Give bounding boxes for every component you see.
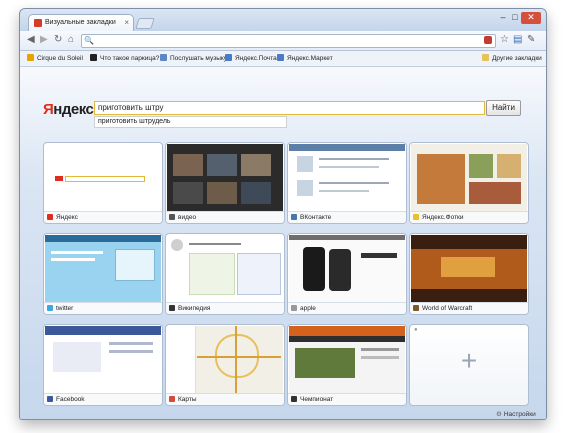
thumbnail-twitter [45, 235, 161, 303]
bookmark-tile[interactable]: Википедия [165, 233, 285, 315]
thumbnail-video [167, 144, 283, 212]
tile-label: Карты [178, 396, 197, 403]
thumbnail-yandex [45, 144, 161, 212]
navigation-toolbar: ◀ ▶ ↻ ⌂ 🔍 ☆ ▤ ✎ [20, 31, 546, 51]
settings-button[interactable]: ⚙ Настройки [496, 410, 536, 419]
title-bar: Визуальные закладки × – □ ✕ [20, 9, 546, 32]
other-bookmarks[interactable]: Другие закладки [482, 53, 542, 64]
bookmark-favicon-icon [160, 54, 167, 61]
add-bookmark-tile[interactable]: ● + [409, 324, 529, 406]
thumbnail-yandex-photos [411, 144, 527, 212]
address-bar[interactable]: 🔍 [81, 34, 496, 48]
bookmark-label: Что такое паркица? [100, 55, 160, 62]
thumbnail-championat [289, 326, 405, 394]
bookmark-tile[interactable]: Карты [165, 324, 285, 406]
eye-icon[interactable]: ● [414, 327, 418, 333]
tile-label: Facebook [56, 396, 85, 403]
search-input[interactable]: приготовить штру [94, 101, 485, 115]
bookmark-tile[interactable]: Яндекс [43, 142, 163, 224]
tile-label: twitter [56, 305, 74, 312]
bookmark-label: Cirque du Soleil [37, 55, 83, 62]
bookmark-favicon-icon [90, 54, 97, 61]
tab-visual-bookmarks[interactable]: Визуальные закладки × [28, 14, 134, 32]
settings-label: Настройки [503, 411, 536, 418]
close-window-button[interactable]: ✕ [521, 12, 541, 24]
reload-icon[interactable]: ↻ [54, 34, 62, 46]
thumbnail-maps [167, 326, 283, 394]
bookmark-item[interactable]: Яндекс.Маркет [277, 53, 333, 64]
tile-label: видео [178, 214, 197, 221]
thumbnail-wikipedia [167, 235, 283, 303]
bookmark-tile[interactable]: apple [287, 233, 407, 315]
minimize-button[interactable]: – [497, 12, 509, 24]
bookmark-item[interactable]: Яндекс.Почта [225, 53, 277, 64]
bookmark-item[interactable]: Послушать музыку [160, 53, 227, 64]
apple-icon [291, 305, 297, 311]
yandex-photos-icon [413, 214, 419, 220]
yandex-icon [47, 214, 53, 220]
tile-label: Чемпионат [300, 396, 334, 403]
bookmark-favicon-icon [27, 54, 34, 61]
yandex-favicon-icon [34, 19, 42, 27]
tab-title: Визуальные закладки [45, 19, 116, 26]
back-arrow-icon[interactable]: ◀ [27, 34, 35, 46]
vkontakte-icon [291, 214, 297, 220]
tile-label: Яндекс [56, 214, 78, 221]
bookmark-label: Послушать музыку [170, 55, 228, 62]
bookmark-label: Яндекс.Маркет [287, 55, 333, 62]
yandex-logo: Яндекс [43, 101, 94, 118]
forward-arrow-icon[interactable]: ▶ [40, 34, 48, 46]
plus-icon: + [460, 345, 478, 376]
bookmark-tile[interactable]: World of Warcraft [409, 233, 529, 315]
tile-label: Яндекс.Фотки [422, 214, 464, 221]
thumbnail-apple [289, 235, 405, 303]
tile-label: ВКонтакте [300, 214, 332, 221]
wikipedia-icon [169, 305, 175, 311]
bookmark-tile[interactable]: Facebook [43, 324, 163, 406]
tile-label: World of Warcraft [422, 305, 473, 312]
search-suggestion[interactable]: приготовить штрудель [94, 116, 287, 128]
bookmark-tile[interactable]: twitter [43, 233, 163, 315]
thumbnail-world-of-warcraft [411, 235, 527, 303]
star-icon[interactable]: ☆ [500, 34, 509, 46]
browser-window: Визуальные закладки × – □ ✕ ◀ ▶ ↻ ⌂ 🔍 ☆ … [19, 8, 547, 420]
other-bookmarks-label: Другие закладки [492, 55, 542, 62]
thumbnail-vkontakte [289, 144, 405, 212]
bookmark-favicon-icon [277, 54, 284, 61]
bookmark-tile[interactable]: ВКонтакте [287, 142, 407, 224]
maps-icon [169, 396, 175, 402]
championat-icon [291, 396, 297, 402]
page-menu-icon[interactable]: ▤ [513, 34, 522, 46]
bookmark-favicon-icon [225, 54, 232, 61]
search-icon: 🔍 [84, 36, 94, 45]
bookmarks-bar: Cirque du Soleil Что такое паркица? Посл… [20, 51, 546, 67]
bookmark-tile[interactable]: видео [165, 142, 285, 224]
folder-icon [482, 54, 489, 61]
video-icon [169, 214, 175, 220]
home-icon[interactable]: ⌂ [68, 34, 74, 46]
tile-label: apple [300, 305, 316, 312]
bookmark-item[interactable]: Что такое паркица? [90, 53, 159, 64]
tab-close-icon[interactable]: × [124, 15, 129, 31]
extension-icon[interactable] [484, 36, 492, 44]
warcraft-icon [413, 305, 419, 311]
thumbnail-facebook [45, 326, 161, 394]
facebook-icon [47, 396, 53, 402]
search-button[interactable]: Найти [486, 100, 521, 116]
bookmark-label: Яндекс.Почта [235, 55, 277, 62]
bookmark-tile[interactable]: Яндекс.Фотки [409, 142, 529, 224]
tile-label: Википедия [178, 305, 211, 312]
visual-bookmarks-page: Яндекс приготовить штру Найти приготовит… [20, 67, 546, 419]
new-tab-button[interactable] [135, 18, 155, 29]
gear-icon: ⚙ [496, 411, 502, 418]
bookmark-item[interactable]: Cirque du Soleil [27, 53, 83, 64]
maximize-button[interactable]: □ [509, 12, 521, 24]
twitter-icon [47, 305, 53, 311]
wrench-icon[interactable]: ✎ [527, 34, 535, 46]
bookmark-tile[interactable]: Чемпионат [287, 324, 407, 406]
